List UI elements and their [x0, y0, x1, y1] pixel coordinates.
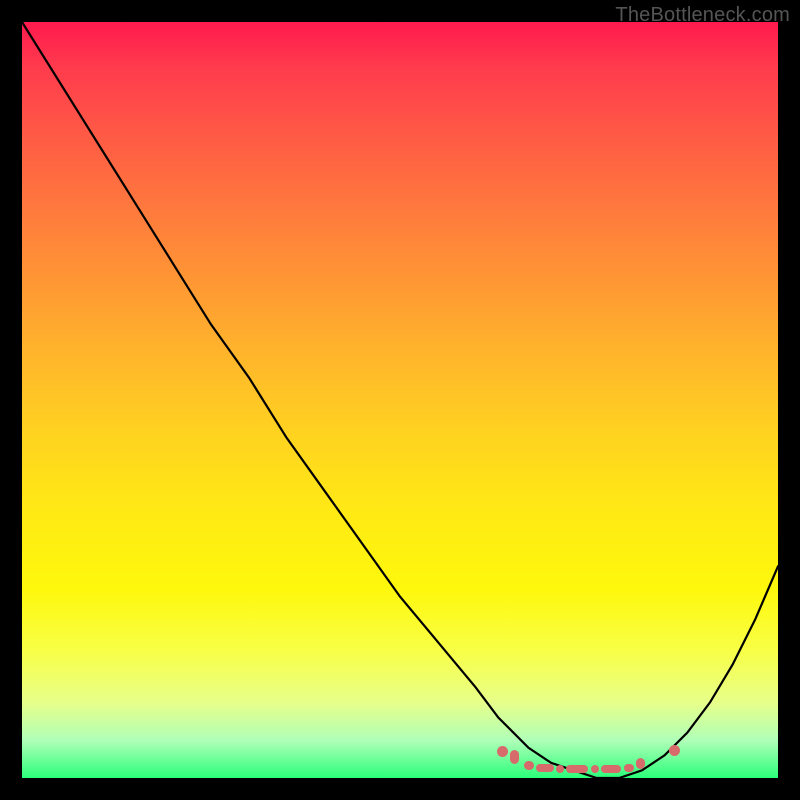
plot-area [22, 22, 778, 778]
curve-path [22, 22, 778, 778]
watermark-text: TheBottleneck.com [615, 4, 790, 27]
chart-frame: TheBottleneck.com [0, 0, 800, 800]
bottleneck-curve [22, 22, 778, 778]
